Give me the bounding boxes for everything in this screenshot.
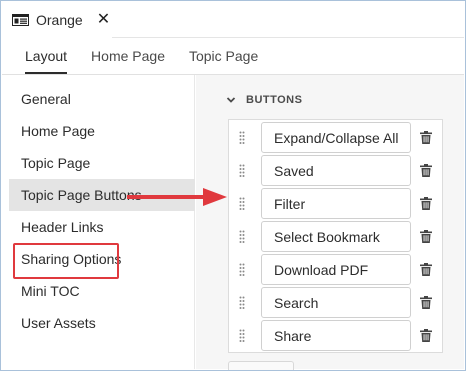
sidebar: General Home Page Topic Page Topic Page … xyxy=(2,75,195,369)
add-button-stub[interactable] xyxy=(228,361,294,370)
sidebar-item-topic-page[interactable]: Topic Page xyxy=(9,147,195,179)
list-item: Filter xyxy=(229,187,442,220)
sidebar-item-home-page[interactable]: Home Page xyxy=(9,115,195,147)
button-name-field[interactable]: Expand/Collapse All xyxy=(261,122,411,153)
button-name-field[interactable]: Download PDF xyxy=(261,254,411,285)
trash-icon[interactable] xyxy=(420,296,432,309)
list-item: Select Bookmark xyxy=(229,220,442,253)
drag-handle-icon[interactable] xyxy=(239,296,245,309)
trash-icon[interactable] xyxy=(420,197,432,210)
annotation-highlight-box xyxy=(13,243,119,279)
button-name-field[interactable]: Select Bookmark xyxy=(261,221,411,252)
trash-icon[interactable] xyxy=(420,131,432,144)
tab-bar: Layout Home Page Topic Page xyxy=(2,38,464,74)
list-item: Share xyxy=(229,319,442,352)
button-name-field[interactable]: Saved xyxy=(261,155,411,186)
close-icon[interactable]: ✕ xyxy=(97,12,110,28)
drag-handle-icon[interactable] xyxy=(239,263,245,276)
trash-icon[interactable] xyxy=(420,263,432,276)
section-title: BUTTONS xyxy=(246,94,303,106)
editor-window: Orange ✕ Layout Home Page Topic Page Gen… xyxy=(0,0,466,371)
document-tab[interactable]: Orange ✕ xyxy=(2,2,112,38)
document-icon xyxy=(12,14,29,26)
trash-icon[interactable] xyxy=(420,164,432,177)
drag-handle-icon[interactable] xyxy=(239,329,245,342)
tab-home-page[interactable]: Home Page xyxy=(91,48,165,74)
list-item: Search xyxy=(229,286,442,319)
chevron-down-icon xyxy=(226,97,236,103)
list-item: Saved xyxy=(229,154,442,187)
annotation-arrow-icon xyxy=(127,188,227,206)
button-name-field[interactable]: Search xyxy=(261,287,411,318)
sidebar-item-header-links[interactable]: Header Links xyxy=(9,211,195,243)
trash-icon[interactable] xyxy=(420,230,432,243)
list-item: Download PDF xyxy=(229,253,442,286)
tab-topic-page[interactable]: Topic Page xyxy=(189,48,258,74)
sidebar-item-general[interactable]: General xyxy=(9,83,195,115)
button-name-field[interactable]: Share xyxy=(261,320,411,351)
button-name-field[interactable]: Filter xyxy=(261,188,411,219)
drag-handle-icon[interactable] xyxy=(239,164,245,177)
sidebar-item-mini-toc[interactable]: Mini TOC xyxy=(9,275,195,307)
sidebar-item-user-assets[interactable]: User Assets xyxy=(9,307,195,339)
buttons-panel: BUTTONS Expand/Collapse All Saved Filter… xyxy=(196,75,464,370)
buttons-list: Expand/Collapse All Saved Filter Select … xyxy=(228,119,443,353)
document-title: Orange xyxy=(36,12,83,28)
drag-handle-icon[interactable] xyxy=(239,131,245,144)
tab-layout[interactable]: Layout xyxy=(25,48,68,74)
list-item: Expand/Collapse All xyxy=(229,121,442,154)
drag-handle-icon[interactable] xyxy=(239,230,245,243)
trash-icon[interactable] xyxy=(420,329,432,342)
drag-handle-icon[interactable] xyxy=(239,197,245,210)
buttons-section-header[interactable]: BUTTONS xyxy=(226,94,302,106)
